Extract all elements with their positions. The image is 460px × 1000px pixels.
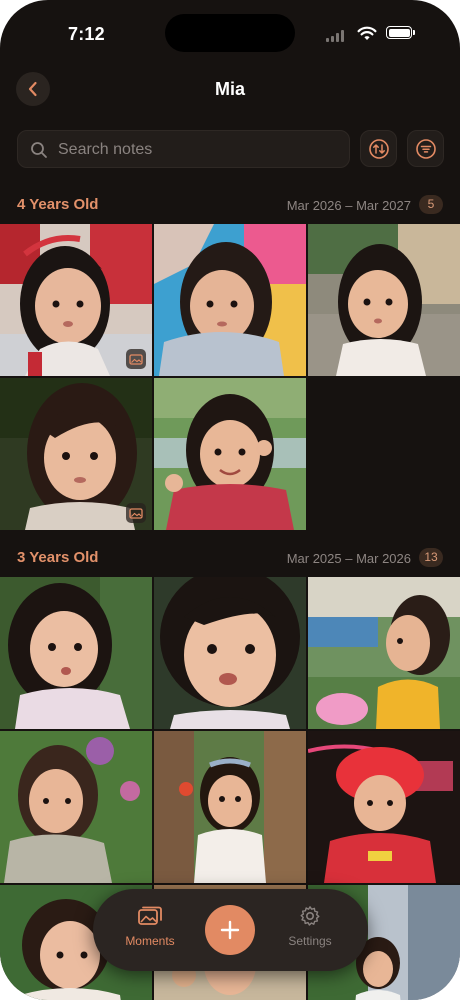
photo-thumbnail[interactable] xyxy=(308,224,460,376)
section-count-badge: 5 xyxy=(419,195,443,214)
gallery-icon xyxy=(126,503,146,523)
photo-thumbnail[interactable] xyxy=(0,378,152,530)
section-header: 4 Years Old Mar 2026 – Mar 2027 5 xyxy=(17,193,443,217)
dynamic-island xyxy=(165,14,295,52)
cellular-signal-icon xyxy=(326,30,348,42)
tab-settings-label: Settings xyxy=(288,934,332,948)
filter-icon xyxy=(415,138,436,159)
photo-thumbnail[interactable] xyxy=(0,224,152,376)
section-date-range: Mar 2026 – Mar 2027 xyxy=(286,198,411,213)
battery-icon xyxy=(386,26,415,39)
photo-thumbnail[interactable] xyxy=(308,577,460,729)
photo-thumbnail[interactable] xyxy=(308,731,460,883)
photo-grid xyxy=(0,224,460,530)
search-icon xyxy=(31,142,47,158)
photo-thumbnail[interactable] xyxy=(154,731,306,883)
status-time: 7:12 xyxy=(68,24,105,44)
status-bar: 7:12 xyxy=(0,0,460,66)
nav-header: Mia xyxy=(0,70,460,110)
photo-thumbnail[interactable] xyxy=(154,577,306,729)
section-title: 4 Years Old xyxy=(17,196,99,213)
section-title: 3 Years Old xyxy=(17,549,99,566)
search-bar[interactable] xyxy=(17,130,350,169)
page-title: Mia xyxy=(214,79,245,99)
photos-icon xyxy=(138,906,162,925)
section-count-badge: 13 xyxy=(419,548,443,567)
wifi-icon xyxy=(357,26,377,40)
bottom-tab-bar: Moments Settings xyxy=(93,889,368,971)
tab-settings[interactable]: Settings xyxy=(275,905,345,948)
gallery-icon xyxy=(126,349,146,369)
photo-thumbnail[interactable] xyxy=(154,378,306,530)
section-header: 3 Years Old Mar 2025 – Mar 2026 13 xyxy=(17,546,443,570)
photo-thumbnail[interactable] xyxy=(154,224,306,376)
search-row xyxy=(17,130,444,169)
photo-thumbnail[interactable] xyxy=(0,577,152,729)
filter-button[interactable] xyxy=(407,130,444,167)
tab-moments[interactable]: Moments xyxy=(115,905,185,948)
plus-icon xyxy=(220,920,240,940)
sort-button[interactable] xyxy=(360,130,397,167)
tab-moments-label: Moments xyxy=(125,934,175,948)
search-input[interactable] xyxy=(56,131,340,169)
sort-icon xyxy=(368,138,389,159)
section-date-range: Mar 2025 – Mar 2026 xyxy=(286,551,411,566)
app-screen: 7:12 Mia 4 Years Old Mar xyxy=(0,0,460,1000)
add-button[interactable] xyxy=(205,905,255,955)
photo-thumbnail[interactable] xyxy=(0,731,152,883)
gear-icon xyxy=(300,906,320,926)
